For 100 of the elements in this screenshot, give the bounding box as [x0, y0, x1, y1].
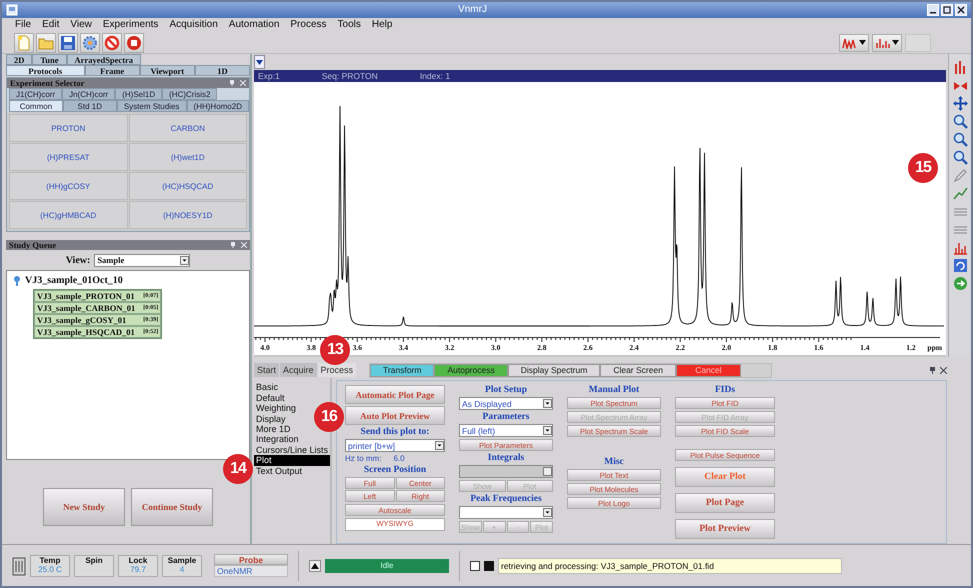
study-button[interactable]: New Study: [43, 488, 125, 526]
plot-button[interactable]: Auto Plot Preview: [345, 406, 445, 426]
menu-item[interactable]: Acquisition: [168, 19, 219, 30]
peaks-dropdown[interactable]: [459, 506, 553, 520]
tab[interactable]: System Studies: [116, 100, 187, 112]
probe-value: OneNMR: [214, 565, 288, 578]
view-label: View:: [66, 254, 90, 266]
slope-icon[interactable]: [952, 186, 968, 202]
save-icon[interactable]: [58, 32, 78, 53]
magnifier-icon[interactable]: [952, 150, 968, 166]
menu-item[interactable]: Experiments: [102, 19, 160, 30]
parameters-dropdown[interactable]: Full (left): [459, 424, 553, 438]
page-list-item[interactable]: More 1D: [254, 424, 291, 434]
folder-icon[interactable]: [36, 32, 56, 53]
tab[interactable]: Start: [254, 363, 280, 378]
tab[interactable]: Protocols: [6, 65, 85, 76]
checkbox-icon[interactable]: [470, 560, 480, 571]
section-heading: Misc: [603, 457, 625, 468]
action-button[interactable]: Clear Screen: [600, 364, 676, 377]
peaks-menu-button[interactable]: [872, 34, 902, 52]
bars-icon[interactable]: [952, 60, 968, 76]
pin-icon[interactable]: [229, 80, 235, 86]
panel-title: Experiment Selector: [10, 78, 86, 88]
dropdown-button[interactable]: [254, 55, 265, 70]
status-message: retrieving and processing: VJ3_sample_PROTON_01.fid: [498, 558, 842, 574]
tab[interactable]: ArrayedSpectra: [66, 54, 142, 66]
plot-button[interactable]: Automatic Plot Page: [345, 385, 445, 404]
page-list-item[interactable]: Cursors/Line Lists: [254, 444, 328, 456]
protocol-button[interactable]: CARBON: [128, 114, 247, 142]
page-list-item[interactable]: Default: [254, 392, 285, 404]
tab[interactable]: (H)Sel1D: [115, 88, 162, 100]
section-heading: Peak Frequencies: [469, 494, 543, 504]
peak-icon[interactable]: [952, 240, 968, 256]
protocol-button[interactable]: (H)PRESAT: [9, 143, 128, 172]
printer-dropdown[interactable]: printer [b+w]: [345, 439, 445, 452]
action-button[interactable]: Transform: [370, 364, 434, 377]
protocol-button[interactable]: PROTON: [9, 114, 128, 142]
page-list-item[interactable]: Text Output: [254, 466, 302, 476]
section-heading: Send this plot to:: [360, 427, 430, 438]
bar-peaks-icon: [875, 36, 891, 49]
tab[interactable]: Acquire: [280, 363, 317, 378]
tab[interactable]: (HC)Crisis2: [162, 88, 218, 100]
tab[interactable]: Common: [9, 100, 63, 112]
page-list-item[interactable]: Plot: [254, 455, 330, 466]
minimize-icon[interactable]: [927, 4, 939, 16]
protocol-button[interactable]: (HC)gHMBCAD: [9, 201, 128, 230]
cross-arrows-icon[interactable]: [952, 96, 968, 112]
tab[interactable]: Process: [318, 363, 356, 378]
study-button[interactable]: Continue Study: [131, 488, 213, 526]
square-icon[interactable]: [484, 560, 494, 571]
tab[interactable]: 1D: [194, 65, 250, 76]
menu-item[interactable]: Process: [289, 19, 328, 30]
header-text: Exp:1: [258, 71, 280, 82]
zoom-in-icon[interactable]: [952, 114, 968, 130]
window-title: VnmrJ: [457, 4, 488, 16]
page-list-item[interactable]: Weighting: [254, 403, 296, 414]
menu-item[interactable]: Help: [370, 19, 394, 30]
tab[interactable]: J1(CH)corr: [9, 88, 62, 100]
menu-item[interactable]: Edit: [41, 19, 60, 30]
tab[interactable]: (HH)Homo2D: [186, 100, 249, 112]
trash-icon[interactable]: [12, 556, 26, 576]
page-list-item[interactable]: Integration: [254, 434, 299, 445]
action-button[interactable]: Display Spectrum: [508, 364, 600, 377]
menu-item[interactable]: Tools: [336, 19, 362, 30]
hz-value: 6.0: [393, 454, 405, 464]
tree-node[interactable]: VJ3_sample_01Oct_10: [25, 275, 123, 286]
gear-icon[interactable]: [80, 32, 100, 53]
plot-setup-dropdown[interactable]: As Displayed: [459, 397, 553, 410]
protocol-button[interactable]: (HH)gCOSY: [9, 172, 128, 200]
refresh-icon[interactable]: [952, 258, 968, 274]
tab[interactable]: Viewport: [140, 65, 195, 76]
menu-item[interactable]: File: [14, 19, 32, 30]
pin-icon[interactable]: [929, 366, 936, 374]
page-list-item[interactable]: Display: [254, 414, 286, 424]
expanded-node-icon[interactable]: [13, 276, 21, 286]
page-list-item[interactable]: Basic: [254, 382, 278, 393]
magnifier-icon[interactable]: [952, 132, 968, 148]
stop-icon[interactable]: [124, 32, 144, 53]
up-arrow-icon[interactable]: [309, 560, 321, 572]
action-button[interactable]: Autoprocess: [434, 364, 508, 377]
plot-button[interactable]: Plot Preview: [675, 519, 775, 540]
maximize-icon[interactable]: [941, 4, 953, 16]
tab[interactable]: Frame: [84, 65, 140, 76]
tab[interactable]: Jn(CH)corr: [62, 88, 116, 100]
plot-button[interactable]: Plot Page: [675, 493, 775, 514]
close-icon[interactable]: [940, 366, 947, 374]
view-dropdown[interactable]: Sample: [94, 254, 190, 267]
protocol-button[interactable]: (H)NOESY1D: [128, 201, 247, 230]
pencil-icon[interactable]: [952, 168, 968, 184]
no-entry-icon[interactable]: [102, 32, 122, 53]
tab[interactable]: Std 1D: [62, 100, 117, 112]
protocol-button[interactable]: (H)wet1D: [128, 143, 247, 172]
tab[interactable]: Tune: [32, 54, 67, 66]
tab[interactable]: 2D: [6, 54, 32, 66]
spectrum-menu-button[interactable]: [839, 34, 869, 52]
menu-item[interactable]: View: [69, 19, 93, 30]
protocol-button[interactable]: (HC)HSQCAD: [128, 172, 247, 200]
menu-item[interactable]: Automation: [228, 19, 280, 30]
pin-icon[interactable]: [230, 242, 236, 248]
integrals-dropdown[interactable]: [459, 465, 553, 478]
